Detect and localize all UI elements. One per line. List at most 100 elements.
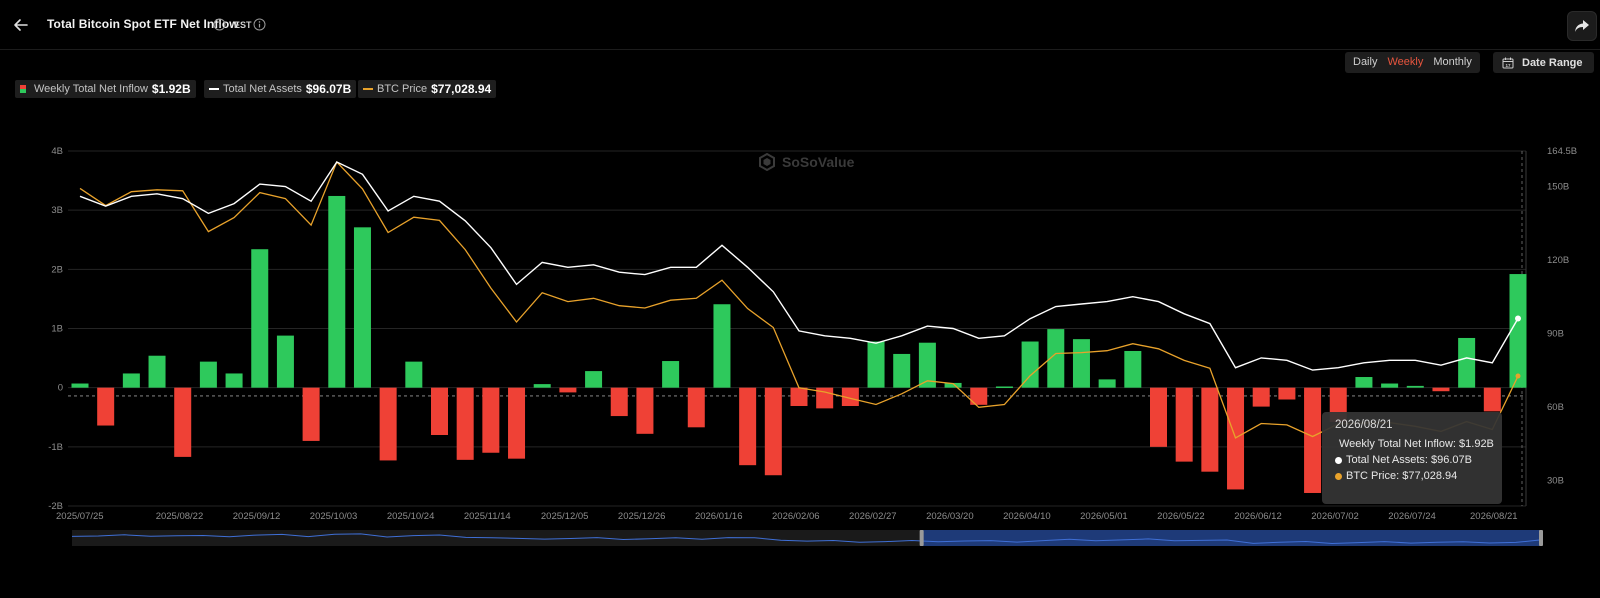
period-monthly[interactable]: Monthly (1428, 52, 1477, 73)
navigator-handle-left (919, 530, 924, 546)
period-weekly[interactable]: Weekly (1382, 52, 1428, 73)
x-tick-label: 2025/10/24 (387, 511, 435, 522)
legend-price[interactable]: BTC Price $77,028.94 (358, 80, 497, 98)
inflow-bar (893, 353, 911, 388)
x-tick-label: 2026/03/20 (926, 511, 974, 522)
inflow-bar (610, 387, 628, 417)
y-right-tick-label: 120B (1547, 255, 1569, 266)
x-tick-label: 2026/04/10 (1003, 511, 1051, 522)
inflow-bar (199, 361, 217, 388)
y-left-tick-label: 2B (51, 264, 63, 275)
x-tick-label: 2025/10/03 (310, 511, 358, 522)
timezone-info-icon[interactable] (253, 18, 266, 31)
inflow-bar (1458, 337, 1476, 388)
tooltip-assets: Total Net Assets: $96.07B (1346, 454, 1472, 466)
page-title: Total Bitcoin Spot ETF Net Inflow (47, 17, 239, 31)
y-right-tick-label: 150B (1547, 182, 1569, 193)
inflow-bar (431, 387, 448, 435)
legend-price-label: BTC Price (377, 83, 428, 95)
inflow-bar (1252, 387, 1270, 407)
x-tick-label: 2026/07/02 (1311, 511, 1359, 522)
price-last-point (1515, 373, 1521, 379)
inflow-bar (302, 387, 320, 441)
inflow-bar (1124, 350, 1142, 388)
total-net-assets-line (79, 161, 1519, 371)
inflow-bar (1098, 379, 1116, 388)
tooltip-row-inflow: Weekly Total Net Inflow: $1.92B (1335, 436, 1494, 452)
inflow-bars (71, 195, 1527, 493)
inflow-bar (739, 387, 757, 466)
inflow-bar (225, 373, 243, 388)
y-left-tick-label: 1B (51, 324, 63, 335)
tooltip-date: 2026/08/21 (1335, 419, 1393, 431)
inflow-bar (1483, 387, 1501, 412)
x-tick-label: 2026/08/21 (1470, 511, 1518, 522)
inflow-bar (533, 384, 551, 388)
inflow-bar (559, 387, 577, 393)
y-left-tick-label: 3B (51, 205, 63, 216)
tooltip-price: BTC Price: $77,028.94 (1346, 470, 1458, 482)
y-left-tick-label: 0 (58, 383, 63, 394)
inflow-bar (1072, 339, 1090, 388)
inflow-swatch (20, 85, 26, 93)
inflow-bar (97, 387, 115, 426)
legend-inflow-value: $1.92B (151, 82, 191, 96)
inflow-bar (1175, 387, 1193, 462)
share-button[interactable] (1567, 11, 1597, 41)
inflow-bar (379, 387, 397, 461)
watermark-text: SoSoValue (782, 154, 855, 170)
x-tick-label: 2026/02/06 (772, 511, 820, 522)
x-tick-label: 2026/02/27 (849, 511, 897, 522)
inflow-bar (662, 361, 680, 388)
inflow-bar (508, 387, 526, 459)
date-range-button[interactable]: 17 Date Range (1493, 52, 1594, 73)
legend-inflow[interactable]: Weekly Total Net Inflow $1.92B (15, 80, 196, 98)
calendar-icon: 17 (1502, 57, 1514, 68)
inflow-bar (1150, 387, 1167, 447)
inflow-bar (1021, 341, 1039, 388)
share-icon (1575, 20, 1589, 32)
inflow-bar (585, 371, 603, 388)
timezone-label: EST (234, 20, 252, 30)
inflow-bar (1355, 377, 1373, 388)
watermark: SoSoValue (758, 153, 854, 171)
inflow-bar (353, 227, 371, 388)
assets-swatch (209, 88, 219, 90)
inflow-bar (1509, 274, 1527, 388)
legend-price-value: $77,028.94 (431, 82, 492, 96)
price-dot-icon (1335, 472, 1342, 480)
x-tick-label: 2026/06/12 (1234, 511, 1282, 522)
x-tick-label: 2026/07/24 (1388, 511, 1436, 522)
inflow-bar (1406, 385, 1424, 388)
y-right-tick-label: 164.5B (1547, 146, 1577, 157)
x-tick-label: 2025/11/14 (464, 511, 511, 522)
x-tick-label: 2025/09/12 (233, 511, 281, 522)
x-tick-label: 2025/12/05 (541, 511, 589, 522)
svg-text:17: 17 (1505, 63, 1511, 68)
inflow-bar (867, 341, 885, 388)
chart-tooltip: 2026/08/21 Weekly Total Net Inflow: $1.9… (1322, 412, 1502, 504)
inflow-bar (456, 387, 474, 460)
info-icon[interactable] (213, 18, 226, 31)
x-tick-label: 2025/08/22 (156, 511, 204, 522)
period-selector: Daily Weekly Monthly (1345, 52, 1480, 73)
date-range-label: Date Range (1522, 56, 1583, 69)
price-swatch (363, 88, 373, 90)
tooltip-row-price: BTC Price: $77,028.94 (1335, 468, 1489, 484)
legend-assets-label: Total Net Assets (223, 83, 302, 95)
time-navigator[interactable] (71, 530, 1543, 546)
y-right-tick-label: 90B (1547, 328, 1564, 339)
legend-inflow-label: Weekly Total Net Inflow (34, 83, 148, 95)
tooltip-row-assets: Total Net Assets: $96.07B (1335, 452, 1489, 468)
inflow-bar (174, 387, 192, 457)
back-arrow-icon[interactable] (10, 14, 32, 36)
inflow-bar (71, 383, 89, 388)
legend-assets[interactable]: Total Net Assets $96.07B (204, 80, 357, 98)
inflow-bar (251, 249, 269, 388)
inflow-bar (687, 387, 705, 428)
x-tick-label: 2026/05/22 (1157, 511, 1205, 522)
inflow-bar (328, 195, 346, 388)
assets-last-point (1515, 315, 1521, 322)
period-daily[interactable]: Daily (1348, 52, 1382, 73)
inflow-bar (790, 387, 808, 407)
